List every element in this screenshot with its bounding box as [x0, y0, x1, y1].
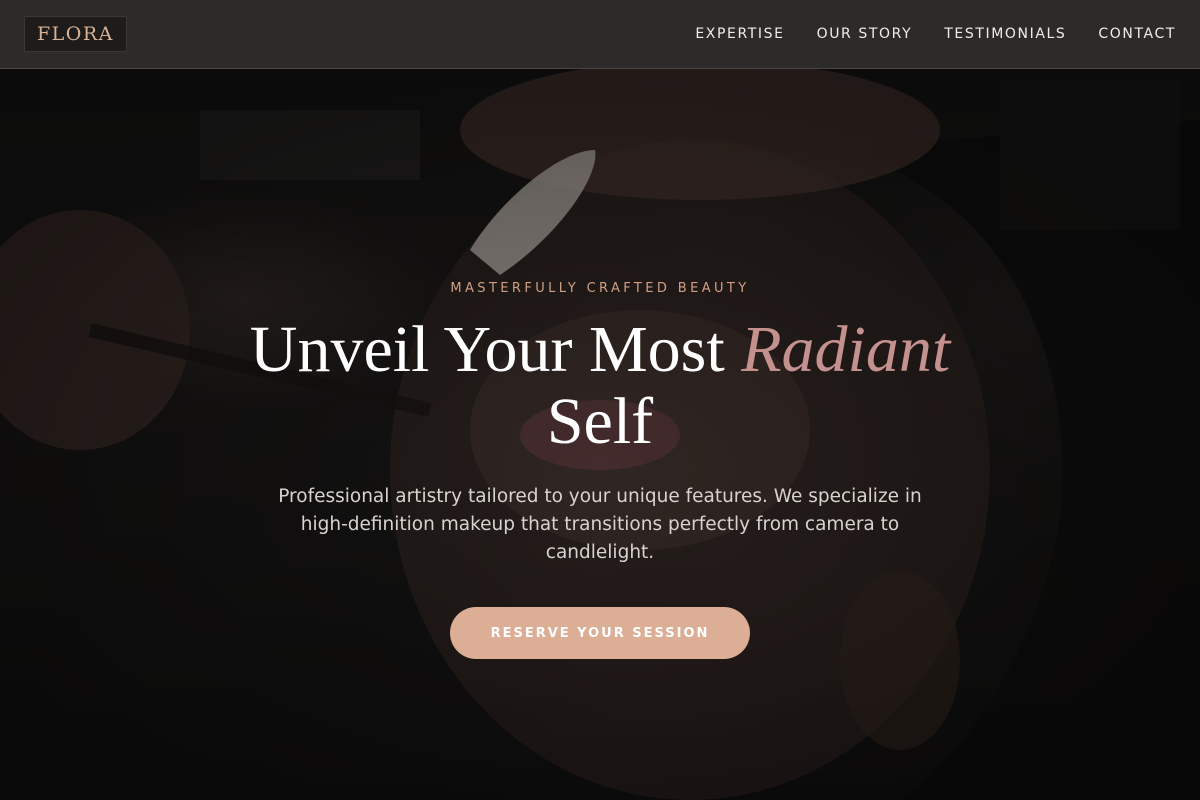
hero-title-part2: Self: [546, 385, 654, 458]
hero-title-highlight: Radiant: [741, 313, 951, 386]
hero-content: MASTERFULLY CRAFTED BEAUTY Unveil Your M…: [0, 0, 1200, 800]
reserve-session-button[interactable]: RESERVE YOUR SESSION: [450, 607, 750, 659]
hero-title-part1: Unveil Your Most: [249, 313, 742, 386]
hero-subtitle: Professional artistry tailored to your u…: [278, 486, 922, 563]
hero-title: Unveil Your Most Radiant Self: [150, 314, 1050, 458]
hero-eyebrow: MASTERFULLY CRAFTED BEAUTY: [450, 281, 750, 296]
